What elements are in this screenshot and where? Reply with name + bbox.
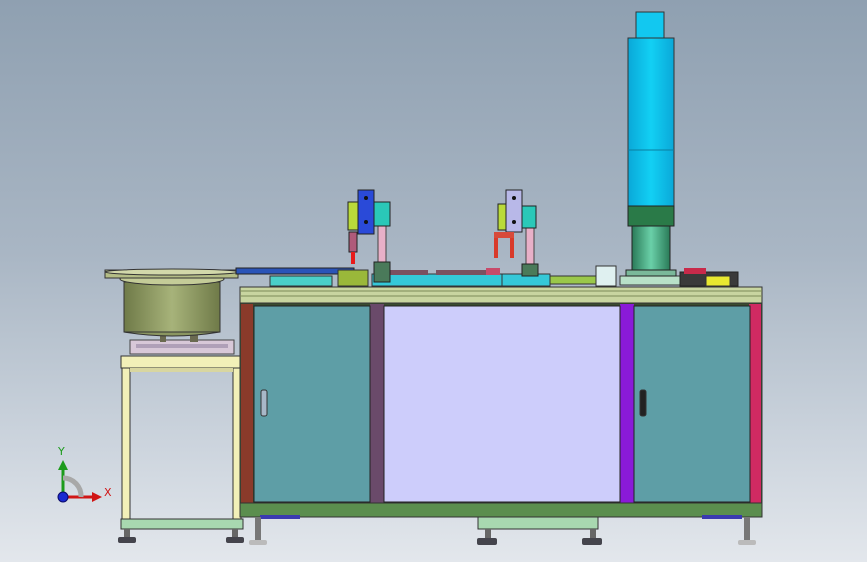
pick-and-place-unit bbox=[494, 189, 539, 277]
feeder-stand bbox=[120, 355, 244, 530]
assembly-machine-drawing: Y X bbox=[57, 11, 763, 545]
leveling-foot bbox=[118, 529, 244, 543]
cad-viewport[interactable]: Y X bbox=[0, 0, 867, 562]
vibratory-bowl-feeder bbox=[104, 268, 240, 355]
press-column bbox=[625, 11, 677, 277]
coordinate-triad-icon bbox=[57, 460, 102, 503]
x-axis-label: X bbox=[104, 486, 112, 499]
y-axis-label: Y bbox=[57, 445, 65, 458]
linear-feed-track bbox=[235, 267, 355, 275]
main-cabinet bbox=[239, 286, 763, 530]
